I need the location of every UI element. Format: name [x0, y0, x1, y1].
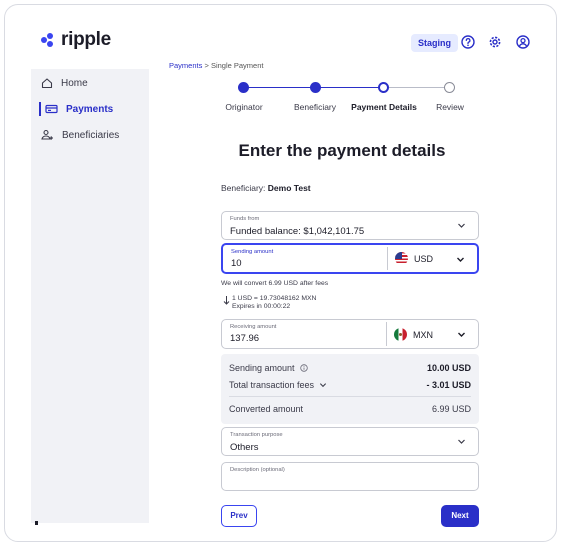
- active-indicator: [39, 102, 41, 116]
- sidebar-item-home[interactable]: Home: [41, 77, 88, 89]
- profile-icon[interactable]: [515, 34, 531, 50]
- beneficiaries-icon: [41, 129, 53, 140]
- edge-mark: [35, 521, 38, 525]
- info-icon[interactable]: [299, 364, 308, 372]
- exchange-rate: 1 USD = 19.73048162 MXN: [232, 295, 317, 302]
- summary-value: 6.99 USD: [431, 404, 471, 414]
- logo-text: ripple: [61, 29, 111, 50]
- ripple-logo[interactable]: ripple: [41, 29, 111, 51]
- summary-value: - 3.01 USD: [426, 380, 471, 390]
- ripple-logo-icon: [41, 33, 57, 47]
- summary-value: 10.00 USD: [426, 363, 471, 373]
- chevron-down-icon: [457, 257, 464, 262]
- field-value: Others: [230, 442, 259, 453]
- chevron-down-icon: [458, 439, 465, 444]
- field-divider: [387, 247, 388, 270]
- field-divider: [386, 322, 387, 346]
- funds-from-select[interactable]: Funds from Funded balance: $1,042,101.75: [221, 211, 479, 240]
- sending-currency-select[interactable]: USD: [395, 252, 433, 265]
- receiving-amount-field[interactable]: Receiving amount 137.96 MXN: [221, 319, 479, 349]
- amount-summary: Sending amount 10.00 USD Total transacti…: [221, 354, 479, 424]
- summary-divider: [229, 396, 471, 397]
- receiving-amount-input[interactable]: 137.96: [230, 333, 259, 344]
- currency-code: MXN: [413, 329, 433, 340]
- chevron-down-icon: [458, 223, 465, 228]
- help-icon[interactable]: [460, 34, 476, 50]
- sending-amount-field[interactable]: Sending amount 10 USD: [221, 243, 479, 274]
- conversion-note: We will convert 6.99 USD after fees: [221, 280, 329, 287]
- summary-label: Converted amount: [229, 404, 304, 414]
- sidebar-item-label: Home: [61, 77, 88, 89]
- step-connector: [385, 87, 447, 88]
- step-connector: [243, 87, 311, 88]
- app-window: ripple Staging Home Payments Beneficiari…: [4, 4, 557, 542]
- environment-badge: Staging: [411, 34, 458, 52]
- summary-row-fees: Total transaction fees - 3.01 USD: [229, 380, 471, 390]
- breadcrumb-current: Single Payment: [210, 61, 264, 70]
- next-button[interactable]: Next: [441, 505, 479, 527]
- mexico-flag-icon: [394, 328, 407, 341]
- chevron-down-icon: [320, 383, 327, 388]
- transaction-purpose-select[interactable]: Transaction purpose Others: [221, 427, 479, 456]
- progress-stepper: Originator Beneficiary Payment Details R…: [149, 79, 535, 119]
- step-dot-payment-details: [378, 82, 389, 93]
- beneficiary-line: Beneficiary: Demo Test: [221, 183, 311, 193]
- sidebar-item-payments[interactable]: Payments: [45, 103, 113, 115]
- sidebar: Home Payments Beneficiaries: [31, 69, 149, 523]
- beneficiary-name: Demo Test: [267, 183, 311, 193]
- home-icon: [41, 78, 53, 89]
- summary-label: Sending amount: [229, 363, 295, 373]
- breadcrumb: Payments > Single Payment: [169, 61, 263, 70]
- step-label-review: Review: [436, 102, 464, 112]
- prev-button[interactable]: Prev: [221, 505, 257, 527]
- summary-row-converted: Converted amount 6.99 USD: [229, 404, 471, 414]
- field-label: Receiving amount: [230, 324, 277, 330]
- step-dot-originator: [238, 82, 249, 93]
- summary-row-sending: Sending amount 10.00 USD: [229, 363, 471, 373]
- settings-icon[interactable]: [487, 34, 503, 50]
- beneficiary-label: Beneficiary:: [221, 183, 266, 193]
- sidebar-item-beneficiaries[interactable]: Beneficiaries: [41, 129, 119, 141]
- currency-code: USD: [414, 253, 434, 264]
- main-content: Payments > Single Payment Originator Ben…: [149, 57, 535, 527]
- step-dot-review: [444, 82, 455, 93]
- sending-amount-input[interactable]: 10: [231, 258, 242, 269]
- chevron-down-icon: [458, 332, 465, 337]
- payments-icon: [45, 104, 58, 114]
- sidebar-item-label: Beneficiaries: [62, 129, 120, 141]
- description-field[interactable]: Description (optional): [221, 462, 479, 491]
- receiving-currency-select[interactable]: MXN: [394, 328, 433, 341]
- step-dot-beneficiary: [310, 82, 321, 93]
- field-value: Funded balance: $1,042,101.75: [230, 226, 365, 237]
- page-title: Enter the payment details: [238, 141, 446, 160]
- rate-expiry: Expires in 00:00:22: [232, 303, 291, 310]
- us-flag-icon: [395, 252, 408, 265]
- breadcrumb-payments-link[interactable]: Payments: [169, 61, 202, 70]
- fees-toggle[interactable]: Total transaction fees: [229, 380, 327, 390]
- sidebar-item-label: Payments: [66, 103, 114, 115]
- breadcrumb-separator: >: [204, 61, 209, 70]
- field-label: Funds from: [230, 216, 260, 222]
- arrow-down-icon: [223, 295, 230, 307]
- field-label: Description (optional): [230, 467, 285, 473]
- step-connector: [317, 87, 379, 88]
- field-label: Transaction purpose: [230, 432, 283, 438]
- summary-label: Total transaction fees: [229, 380, 315, 390]
- field-label: Sending amount: [231, 249, 274, 255]
